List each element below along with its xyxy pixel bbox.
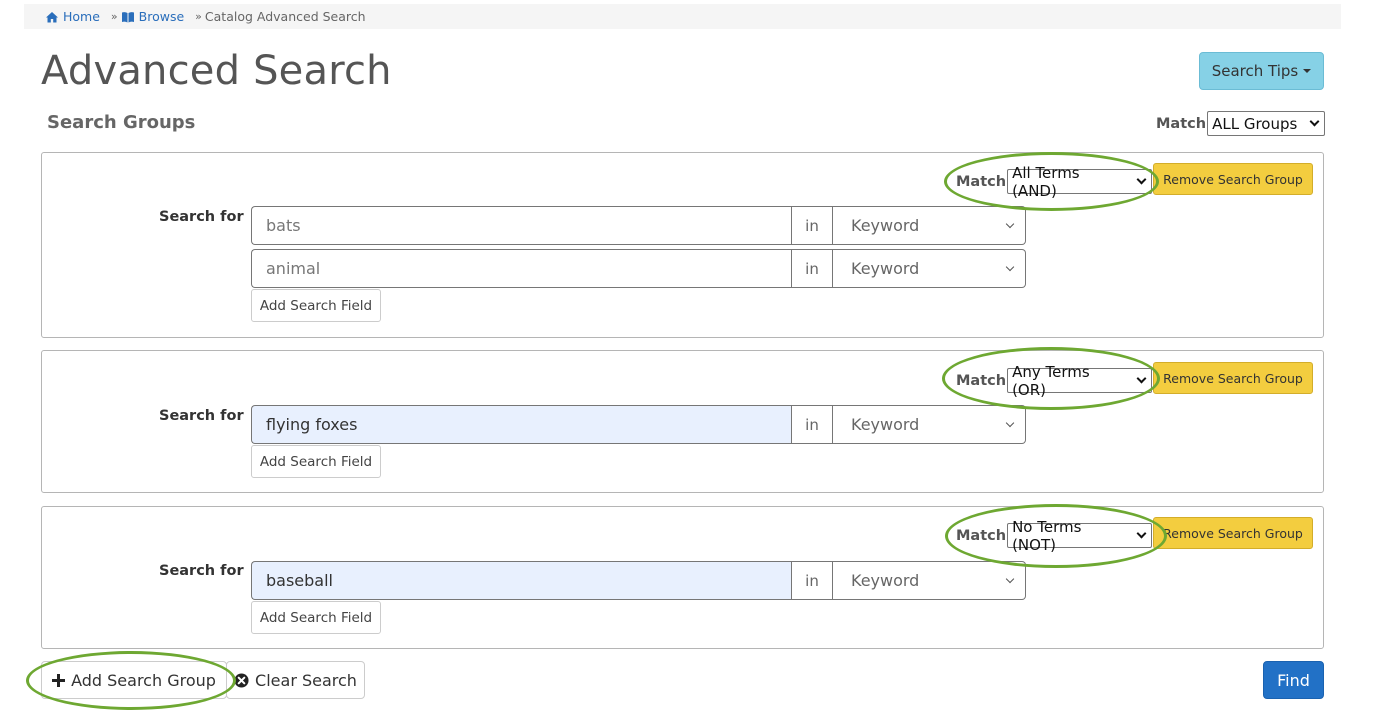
remove-search-group-button[interactable]: Remove Search Group	[1153, 163, 1313, 195]
breadcrumb-separator: »	[110, 10, 118, 23]
term-match-select[interactable]: All Terms (AND)	[1007, 164, 1153, 200]
remove-search-group-button[interactable]: Remove Search Group	[1153, 517, 1313, 549]
search-for-label: Search for	[159, 209, 244, 225]
search-type-value: Keyword	[851, 259, 920, 278]
search-term-input[interactable]: animal	[251, 249, 791, 288]
group-term-match: Match No Terms (NOT)	[956, 518, 1153, 554]
remove-search-group-button[interactable]: Remove Search Group	[1153, 362, 1313, 394]
term-match-select[interactable]: No Terms (NOT)	[1007, 518, 1153, 554]
breadcrumb-current: Catalog Advanced Search	[204, 9, 366, 24]
search-group: Match Any Terms (OR) Remove Search Group…	[41, 350, 1324, 493]
search-type-select[interactable]: Keyword	[833, 249, 1026, 288]
search-type-value: Keyword	[851, 571, 920, 590]
plus-icon	[52, 673, 66, 687]
term-match-value: All Terms (AND)	[1012, 163, 1080, 200]
group-match-select[interactable]: ALL Groups	[1207, 111, 1326, 136]
find-button[interactable]: Find	[1263, 661, 1324, 699]
match-label: Match	[1156, 115, 1207, 132]
book-icon	[121, 11, 134, 22]
term-match-value: No Terms (NOT)	[1012, 517, 1082, 554]
chevron-down-icon	[1136, 174, 1147, 185]
search-field-row: baseball in Keyword	[251, 561, 1026, 600]
search-tips-label: Search Tips	[1211, 62, 1299, 80]
term-match-select[interactable]: Any Terms (OR)	[1007, 363, 1153, 399]
in-label: in	[791, 561, 833, 600]
search-type-value: Keyword	[851, 216, 920, 235]
chevron-down-icon	[1005, 219, 1015, 228]
search-group: Match All Terms (AND) Remove Search Grou…	[41, 152, 1324, 338]
search-type-select[interactable]: Keyword	[833, 561, 1026, 600]
search-type-value: Keyword	[851, 415, 920, 434]
match-label: Match	[956, 372, 1007, 389]
search-type-select[interactable]: Keyword	[833, 405, 1026, 444]
search-for-label: Search for	[159, 408, 244, 424]
in-label: in	[791, 405, 833, 444]
search-term-input[interactable]: bats	[251, 206, 791, 245]
chevron-down-icon	[1005, 574, 1015, 583]
chevron-down-icon	[1005, 262, 1015, 271]
add-search-field-button[interactable]: Add Search Field	[251, 289, 381, 322]
breadcrumb-home-link[interactable]: Home	[45, 4, 100, 29]
group-match-value: ALL Groups	[1212, 114, 1298, 133]
match-label: Match	[956, 527, 1007, 544]
add-search-group-button[interactable]: Add Search Group	[41, 661, 227, 699]
chevron-down-icon	[1136, 528, 1147, 539]
breadcrumb-browse-link[interactable]: Browse	[121, 4, 185, 29]
search-type-select[interactable]: Keyword	[833, 206, 1026, 245]
search-tips-button[interactable]: Search Tips	[1199, 52, 1324, 90]
term-match-value: Any Terms (OR)	[1012, 362, 1090, 399]
group-term-match: Match Any Terms (OR)	[956, 363, 1153, 399]
search-for-label: Search for	[159, 563, 244, 579]
search-field-row: flying foxes in Keyword	[251, 405, 1026, 444]
in-label: in	[791, 249, 833, 288]
breadcrumb-home-label: Home	[63, 9, 100, 24]
chevron-down-icon	[1309, 116, 1320, 127]
in-label: in	[791, 206, 833, 245]
breadcrumb-browse-label: Browse	[138, 9, 185, 24]
home-icon	[46, 11, 58, 22]
search-group: Match No Terms (NOT) Remove Search Group…	[41, 506, 1324, 649]
page-title: Advanced Search	[41, 48, 392, 94]
add-search-group-label: Add Search Group	[71, 670, 216, 690]
breadcrumb-separator: »	[195, 10, 202, 23]
add-search-field-button[interactable]: Add Search Field	[251, 445, 381, 478]
group-term-match: Match All Terms (AND)	[956, 164, 1153, 200]
search-term-input[interactable]: flying foxes	[251, 405, 791, 444]
add-search-field-button[interactable]: Add Search Field	[251, 601, 381, 634]
match-label: Match	[956, 173, 1007, 190]
chevron-down-icon	[1136, 373, 1147, 384]
breadcrumb: Home » Browse » Catalog Advanced Search	[24, 4, 1341, 29]
search-field-row: animal in Keyword	[251, 249, 1026, 288]
search-groups-heading: Search Groups	[47, 112, 196, 133]
clear-search-button[interactable]: Clear Search	[226, 661, 365, 699]
caret-down-icon	[1303, 69, 1312, 73]
global-match: Match ALL Groups	[1156, 111, 1326, 136]
clear-circle-icon	[234, 672, 249, 688]
search-term-input[interactable]: baseball	[251, 561, 791, 600]
chevron-down-icon	[1005, 418, 1015, 427]
clear-search-label: Clear Search	[255, 670, 357, 690]
search-field-row: bats in Keyword	[251, 206, 1026, 245]
